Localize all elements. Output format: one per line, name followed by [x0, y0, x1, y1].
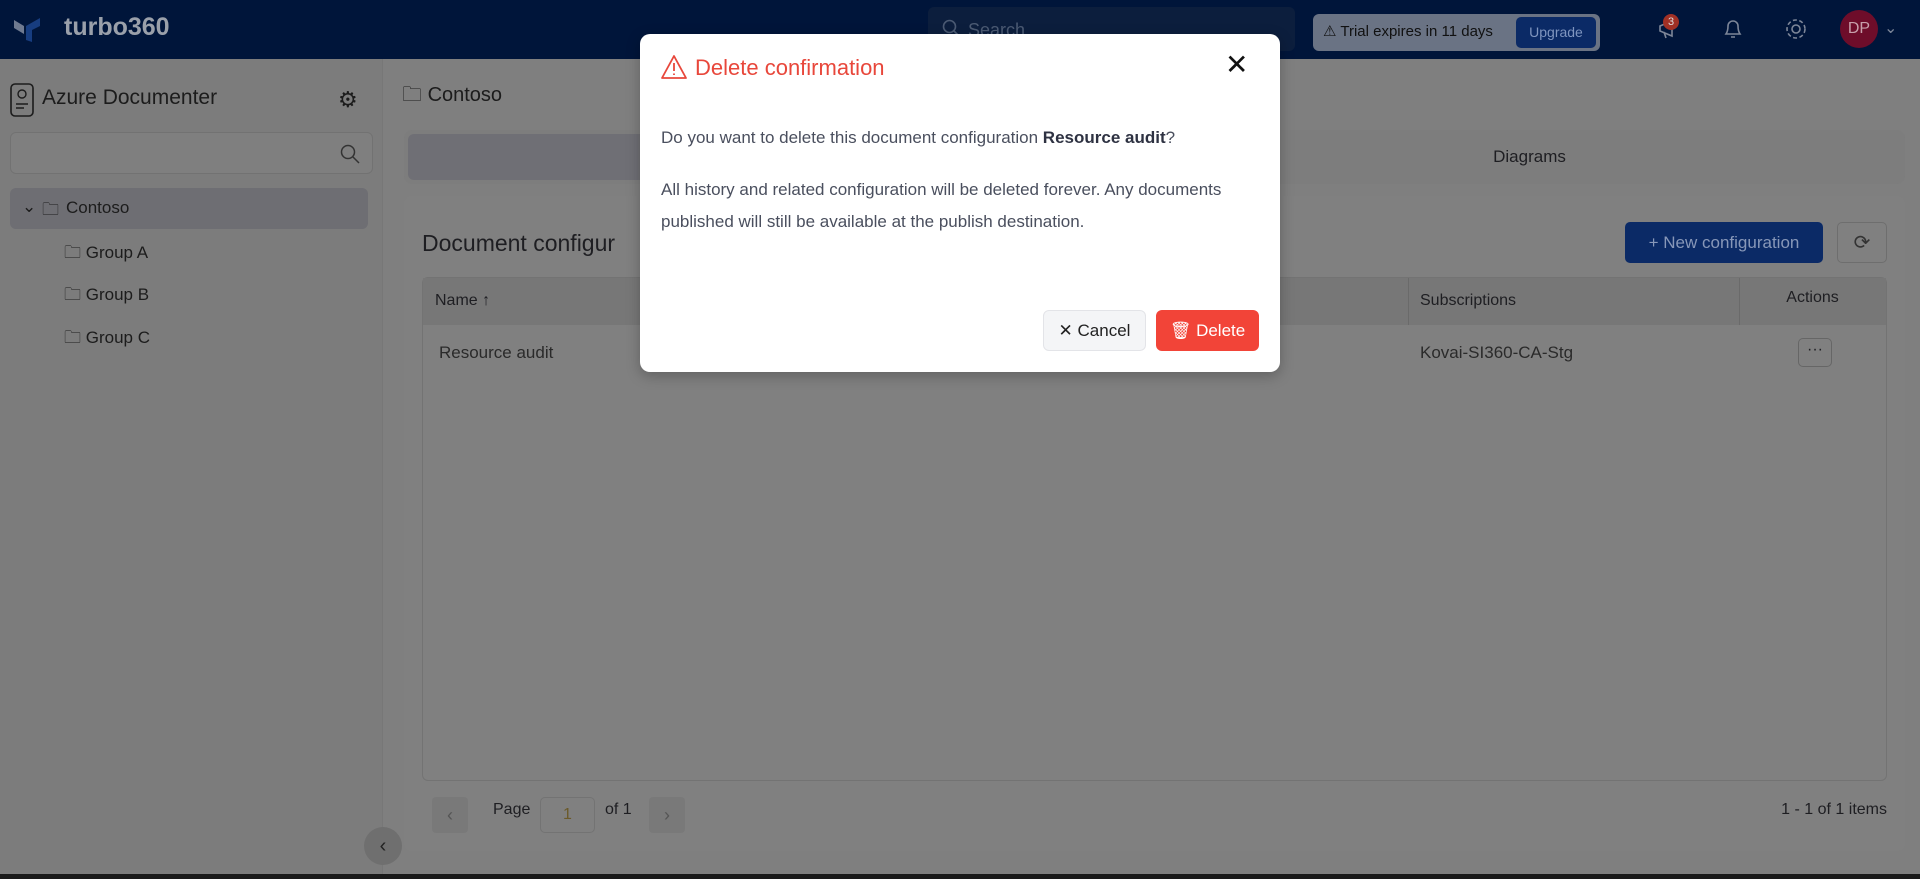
configuration-name: Resource audit [1042, 128, 1166, 147]
pagination-summary: 1 - 1 of 1 items [1781, 801, 1887, 818]
brand-name: turbo360 [64, 13, 170, 41]
dialog-warning-text: All history and related configuration wi… [661, 180, 1222, 231]
upgrade-button[interactable]: Upgrade [1516, 17, 1596, 48]
question-text: Do you want to delete this document conf… [661, 128, 1043, 147]
app-title: Azure Documenter [42, 86, 218, 109]
bottom-scrollbar[interactable] [0, 874, 1920, 879]
turbo360-logo[interactable] [12, 14, 42, 44]
new-configuration-button[interactable]: + New configuration [1625, 222, 1823, 263]
folder-icon: 🗀 [64, 243, 86, 262]
folder-icon: 🗀 [402, 84, 428, 106]
delete-confirmation-dialog: Delete confirmation ✕ Do you want to del… [640, 34, 1280, 372]
tree-label: Group A [85, 243, 149, 262]
tree-item-contoso[interactable]: ⌄ 🗀 Contoso [10, 188, 368, 229]
breadcrumb: 🗀 Contoso [402, 80, 502, 114]
previous-page-button[interactable]: ‹ [432, 797, 468, 833]
cancel-label: Cancel [1077, 321, 1131, 340]
card-title: Document configur [422, 230, 616, 256]
tree-item-group-b[interactable]: 🗀 Group B [64, 282, 149, 311]
trial-text: Trial expires in 11 days [1340, 23, 1493, 40]
cancel-button[interactable]: ✕ Cancel [1043, 310, 1146, 351]
page-total: of 1 [605, 801, 632, 818]
next-page-button[interactable]: › [649, 797, 685, 833]
settings-gear-icon[interactable] [1783, 16, 1809, 42]
bell-icon[interactable] [1720, 16, 1746, 42]
chevron-down-icon[interactable]: ⌄ [1884, 18, 1897, 38]
document-icon [10, 83, 34, 117]
close-icon[interactable]: ✕ [1225, 48, 1248, 81]
sort-ascending-icon: ↑ [482, 292, 491, 309]
close-icon: ✕ [1058, 321, 1078, 340]
question-mark: ? [1165, 128, 1176, 147]
dialog-question: Do you want to delete this document conf… [661, 125, 1261, 151]
search-icon [340, 144, 360, 164]
warning-icon: ⚠ [1323, 23, 1341, 40]
app-settings-gear-icon[interactable]: ⚙ [338, 87, 358, 113]
tree-label: Contoso [66, 198, 130, 217]
trash-icon: 🗑 [1169, 321, 1197, 340]
folder-icon: 🗀 [42, 200, 59, 219]
user-avatar[interactable]: DP [1840, 10, 1878, 48]
page-number-input[interactable]: 1 [540, 797, 595, 833]
delete-label: Delete [1196, 321, 1246, 340]
tree-search-input[interactable] [10, 132, 373, 174]
tree-item-group-a[interactable]: 🗀 Group A [64, 240, 148, 269]
column-header-subscriptions[interactable]: Subscriptions [1420, 292, 1516, 310]
page-label: Page [493, 801, 531, 818]
refresh-icon[interactable]: ⟳ [1837, 222, 1887, 263]
breadcrumb-label: Contoso [427, 84, 503, 106]
row-actions-button[interactable]: ··· [1798, 338, 1832, 367]
sidebar: Azure Documenter ⚙ ⌄ 🗀 Contoso 🗀 Group A… [0, 59, 383, 879]
column-header-name[interactable]: Name ↑ [435, 292, 490, 310]
folder-icon: 🗀 [64, 285, 86, 304]
column-header-actions: Actions [1786, 289, 1839, 306]
dialog-title: Delete confirmation [695, 55, 885, 80]
cell-name[interactable]: Resource audit [439, 343, 553, 363]
notification-count-badge: 3 [1663, 14, 1679, 30]
delete-button[interactable]: 🗑 Delete [1156, 310, 1259, 351]
chevron-down-icon[interactable]: ⌄ [22, 197, 36, 217]
folder-icon: 🗀 [64, 328, 86, 347]
trial-banner: ⚠ Trial expires in 11 days Upgrade [1313, 14, 1600, 51]
tree-item-group-c[interactable]: 🗀 Group C [64, 325, 150, 354]
tree-label: Group C [85, 328, 150, 347]
column-label: Name [435, 292, 478, 309]
cell-subscriptions: Kovai-SI360-CA-Stg [1420, 343, 1574, 362]
column-divider [1408, 278, 1409, 325]
collapse-sidebar-button[interactable]: ‹ [364, 827, 402, 865]
tree-label: Group B [85, 285, 150, 304]
warning-icon [661, 55, 687, 79]
